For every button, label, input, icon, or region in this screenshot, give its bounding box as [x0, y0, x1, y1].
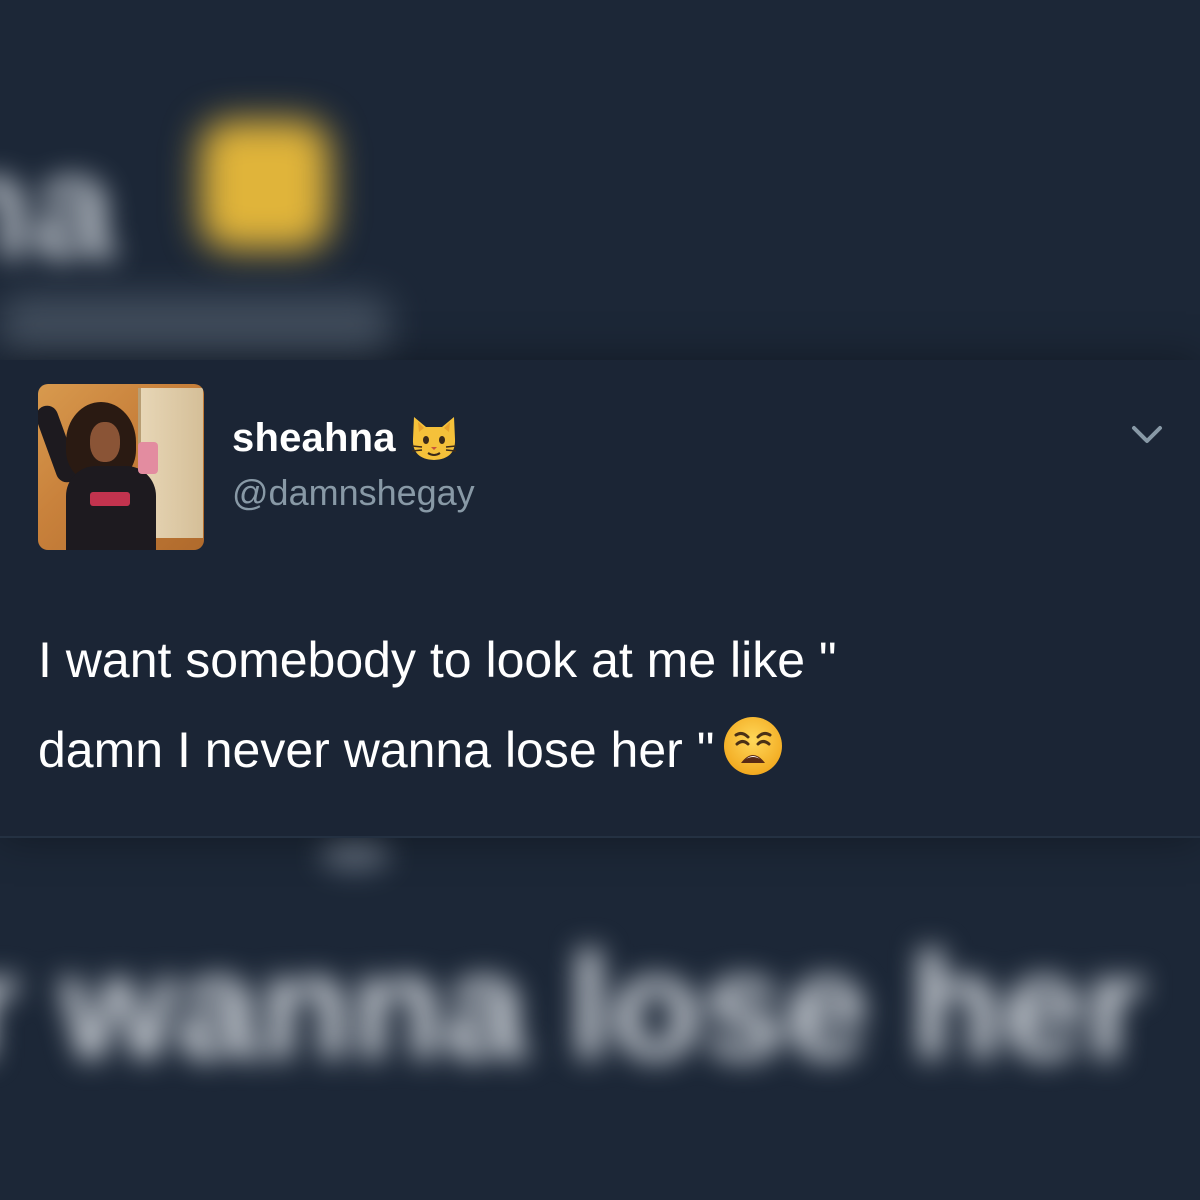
avatar-face	[90, 422, 120, 462]
blurred-handle	[0, 295, 390, 355]
tweet-text-line-1: I want somebody to look at me like "	[38, 632, 837, 688]
blurred-cat-emoji	[200, 120, 330, 250]
avatar-shirt-logo	[90, 492, 130, 506]
card-divider	[0, 836, 1200, 838]
blurred-text-fragment: r wanna lose her	[0, 922, 1144, 1090]
avatar-phone	[138, 442, 158, 474]
tweet-text-line-2-wrapper: damn I never wanna lose her "	[38, 705, 1138, 795]
user-handle[interactable]: @damnshegay	[232, 472, 475, 514]
blurred-name-fragment: na	[0, 122, 116, 290]
display-name[interactable]: sheahna	[232, 416, 396, 461]
avatar-body	[66, 466, 156, 550]
blurred-shape	[320, 840, 390, 870]
weary-face-icon	[722, 715, 784, 777]
chevron-down-icon[interactable]	[1122, 418, 1172, 452]
cat-face-icon	[408, 413, 460, 463]
tweet-text-line-2: damn I never wanna lose her "	[38, 722, 715, 778]
tweet-card[interactable]: sheahna @damnshegay I want somebody to l…	[0, 360, 1200, 838]
display-name-row[interactable]: sheahna	[232, 412, 460, 464]
tweet-text: I want somebody to look at me like " dam…	[38, 615, 1138, 795]
avatar[interactable]	[38, 384, 204, 550]
